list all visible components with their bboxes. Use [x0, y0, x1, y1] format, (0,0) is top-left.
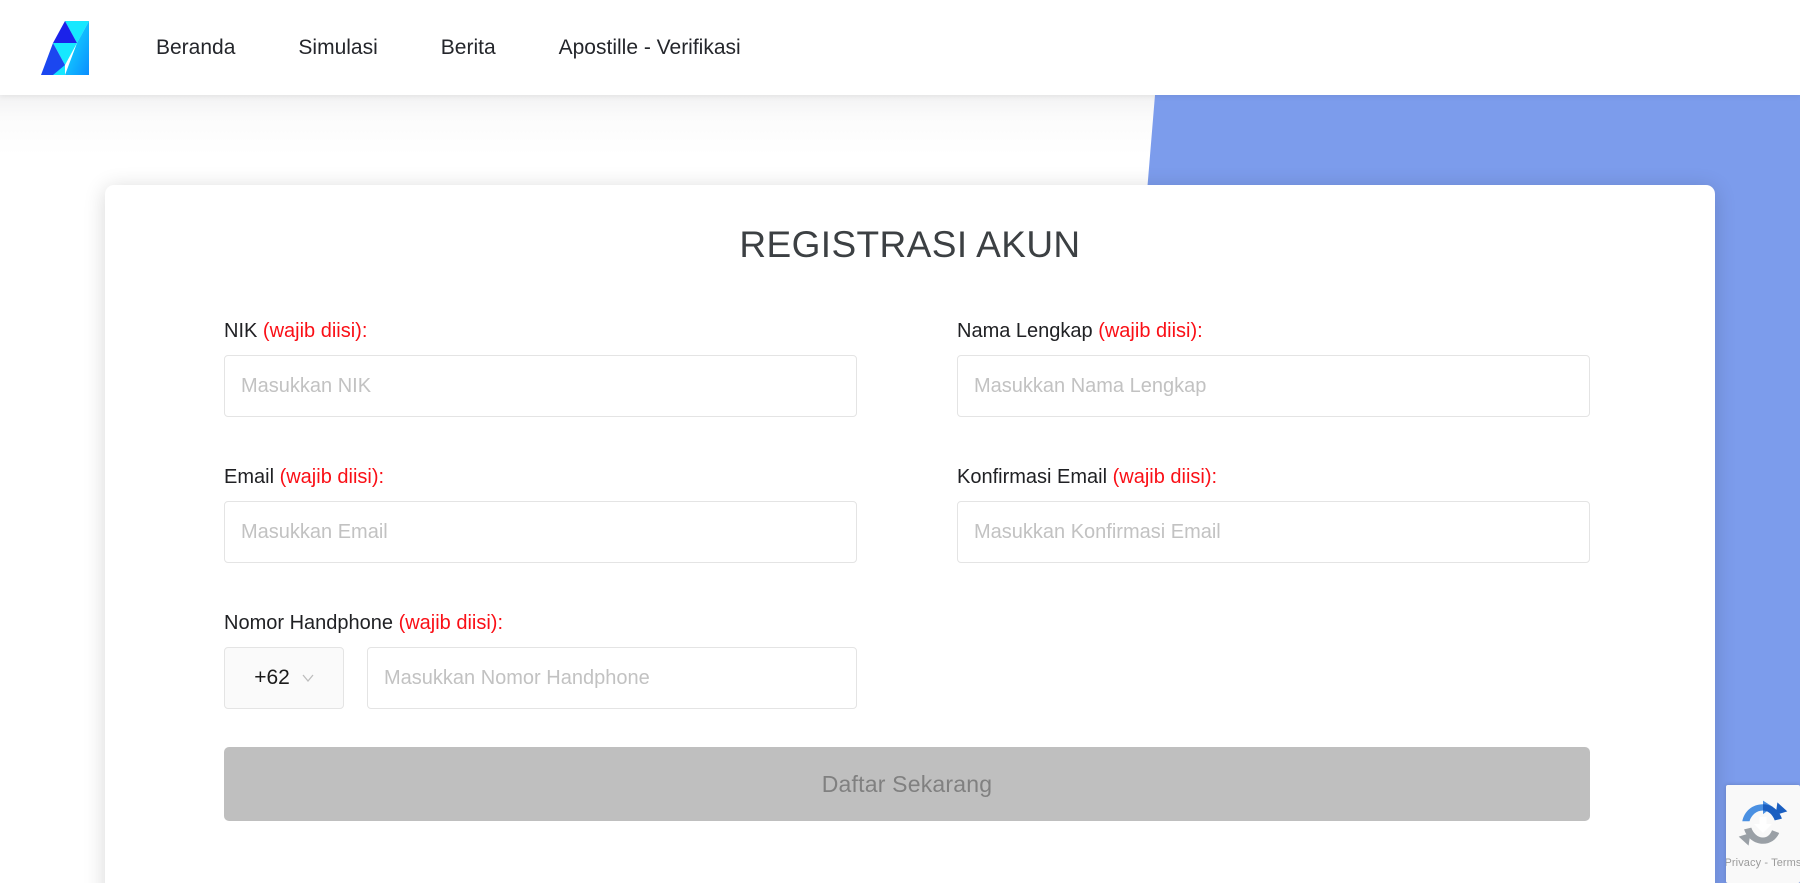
submit-wrap: Daftar Sekarang	[224, 747, 1590, 821]
field-nomor-handphone: Nomor Handphone (wajib diisi): +62	[224, 611, 907, 709]
nav-link-beranda[interactable]: Beranda	[156, 37, 235, 58]
label-email-required: (wajib diisi):	[279, 466, 385, 488]
recaptcha-badge[interactable]: Privacy - Terms	[1726, 785, 1800, 883]
label-nik-text: NIK	[224, 320, 263, 342]
recaptcha-icon	[1736, 797, 1790, 851]
label-nomor-handphone-text: Nomor Handphone	[224, 612, 399, 634]
field-email: Email (wajib diisi):	[224, 465, 907, 563]
label-nama-lengkap-text: Nama Lengkap	[957, 320, 1099, 342]
recaptcha-privacy-terms[interactable]: Privacy - Terms	[1726, 857, 1800, 869]
field-spacer	[907, 611, 1590, 709]
registration-page: Beranda Simulasi Berita Apostille - Veri…	[0, 0, 1800, 883]
registration-card: REGISTRASI AKUN NIK (wajib diisi): Nama …	[105, 185, 1715, 883]
email-input[interactable]	[224, 501, 857, 563]
label-nama-lengkap: Nama Lengkap (wajib diisi):	[957, 319, 1590, 343]
nav-links: Beranda Simulasi Berita Apostille - Veri…	[156, 37, 741, 58]
registration-form: NIK (wajib diisi): Nama Lengkap (wajib d…	[121, 266, 1693, 709]
label-nik-required: (wajib diisi):	[262, 320, 368, 342]
label-nomor-handphone: Nomor Handphone (wajib diisi):	[224, 611, 857, 635]
label-email: Email (wajib diisi):	[224, 465, 857, 489]
nomor-handphone-input[interactable]	[367, 647, 857, 709]
chevron-down-icon	[302, 672, 314, 684]
country-code-select[interactable]: +62	[224, 647, 344, 709]
daftar-sekarang-button[interactable]: Daftar Sekarang	[224, 747, 1590, 821]
label-nik: NIK (wajib diisi):	[224, 319, 857, 343]
field-nama-lengkap: Nama Lengkap (wajib diisi):	[907, 319, 1590, 417]
label-konfirmasi-email-required: (wajib diisi):	[1112, 466, 1218, 488]
nav-link-simulasi[interactable]: Simulasi	[298, 37, 377, 58]
label-konfirmasi-email-text: Konfirmasi Email	[957, 466, 1113, 488]
konfirmasi-email-input[interactable]	[957, 501, 1590, 563]
country-code-value: +62	[254, 666, 290, 689]
label-email-text: Email	[224, 466, 280, 488]
apostille-logo-icon[interactable]	[37, 17, 94, 79]
page-title: REGISTRASI AKUN	[739, 224, 1081, 265]
phone-row: +62	[224, 647, 857, 709]
field-konfirmasi-email: Konfirmasi Email (wajib diisi):	[907, 465, 1590, 563]
top-navbar: Beranda Simulasi Berita Apostille - Veri…	[0, 0, 1800, 95]
nik-input[interactable]	[224, 355, 857, 417]
nav-link-berita[interactable]: Berita	[441, 37, 496, 58]
nav-link-apostille-verifikasi[interactable]: Apostille - Verifikasi	[559, 37, 741, 58]
nama-lengkap-input[interactable]	[957, 355, 1590, 417]
field-nik: NIK (wajib diisi):	[224, 319, 907, 417]
label-nama-lengkap-required: (wajib diisi):	[1098, 320, 1203, 342]
label-konfirmasi-email: Konfirmasi Email (wajib diisi):	[957, 465, 1590, 489]
label-nomor-handphone-required: (wajib diisi):	[398, 612, 504, 634]
